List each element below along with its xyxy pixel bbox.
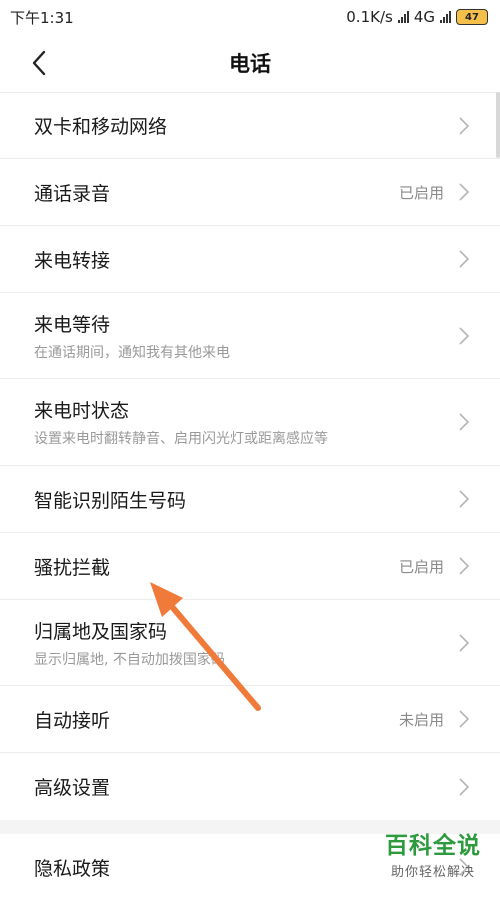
row-label: 高级设置 bbox=[34, 777, 111, 799]
chevron-right-icon bbox=[459, 557, 470, 575]
settings-row-call-waiting[interactable]: 来电等待 在通话期间，通知我有其他来电 bbox=[0, 293, 500, 379]
battery-icon: 47 bbox=[456, 9, 488, 25]
settings-list: 双卡和移动网络 通话录音 已启用 来电转接 来电等待 在通话期间，通知我有其他来… bbox=[0, 93, 500, 900]
scrollbar[interactable] bbox=[496, 92, 500, 158]
row-subtitle: 在通话期间，通知我有其他来电 bbox=[34, 344, 230, 361]
settings-row-call-forwarding[interactable]: 来电转接 bbox=[0, 226, 500, 293]
row-label: 来电等待 bbox=[34, 313, 111, 336]
chevron-right-icon bbox=[459, 183, 470, 201]
title-bar: 电话 bbox=[0, 34, 500, 93]
network-type: 4G bbox=[413, 8, 435, 26]
settings-row-unknown-number-id[interactable]: 智能识别陌生号码 bbox=[0, 466, 500, 533]
chevron-right-icon bbox=[459, 490, 470, 508]
chevron-right-icon bbox=[459, 326, 470, 345]
chevron-right-icon bbox=[459, 710, 470, 728]
row-value: 已启用 bbox=[398, 557, 444, 576]
row-label: 智能识别陌生号码 bbox=[34, 489, 187, 512]
watermark-logo: 百科全说 助你轻松解决 bbox=[368, 826, 498, 880]
page-title: 电话 bbox=[229, 52, 271, 76]
row-value: 未启用 bbox=[398, 710, 444, 729]
chevron-right-icon bbox=[459, 633, 470, 652]
net-speed: 0.1K/s bbox=[346, 8, 393, 26]
chevron-right-icon bbox=[459, 413, 470, 431]
status-time: 下午1:31 bbox=[10, 8, 74, 27]
row-label: 归属地及国家码 bbox=[34, 620, 168, 643]
watermark-subtitle: 助你轻松解决 bbox=[390, 865, 475, 880]
chevron-right-icon bbox=[459, 250, 470, 268]
settings-row-advanced[interactable]: 高级设置 bbox=[0, 753, 500, 820]
row-label: 来电时状态 bbox=[34, 400, 130, 422]
back-chevron-icon[interactable] bbox=[26, 48, 54, 78]
settings-row-location-country-code[interactable]: 归属地及国家码 显示归属地, 不自动加拨国家码 bbox=[0, 600, 500, 686]
status-bar: 下午1:31 0.1K/s 4G 47 bbox=[0, 0, 500, 34]
chevron-right-icon bbox=[459, 777, 470, 796]
row-label: 骚扰拦截 bbox=[34, 556, 111, 579]
row-subtitle: 显示归属地, 不自动加拨国家码 bbox=[34, 651, 225, 668]
status-indicators: 0.1K/s 4G 47 bbox=[346, 8, 488, 26]
settings-row-dual-sim[interactable]: 双卡和移动网络 bbox=[0, 93, 500, 159]
settings-row-call-recording[interactable]: 通话录音 已启用 bbox=[0, 159, 500, 226]
row-label: 来电转接 bbox=[34, 249, 111, 272]
settings-row-auto-answer[interactable]: 自动接听 未启用 bbox=[0, 686, 500, 753]
signal-icon bbox=[397, 11, 409, 23]
row-label: 双卡和移动网络 bbox=[34, 116, 168, 138]
row-value: 已启用 bbox=[398, 183, 444, 202]
settings-row-harassment-block[interactable]: 骚扰拦截 已启用 bbox=[0, 533, 500, 600]
signal-icon-2 bbox=[440, 11, 451, 23]
settings-row-incoming-call-state[interactable]: 来电时状态 设置来电时翻转静音、启用闪光灯或距离感应等 bbox=[0, 379, 500, 466]
row-subtitle: 设置来电时翻转静音、启用闪光灯或距离感应等 bbox=[34, 431, 328, 447]
row-label: 自动接听 bbox=[34, 709, 111, 732]
row-label: 通话录音 bbox=[34, 182, 111, 205]
watermark-title: 百科全说 bbox=[385, 833, 481, 859]
chevron-right-icon bbox=[459, 116, 470, 135]
